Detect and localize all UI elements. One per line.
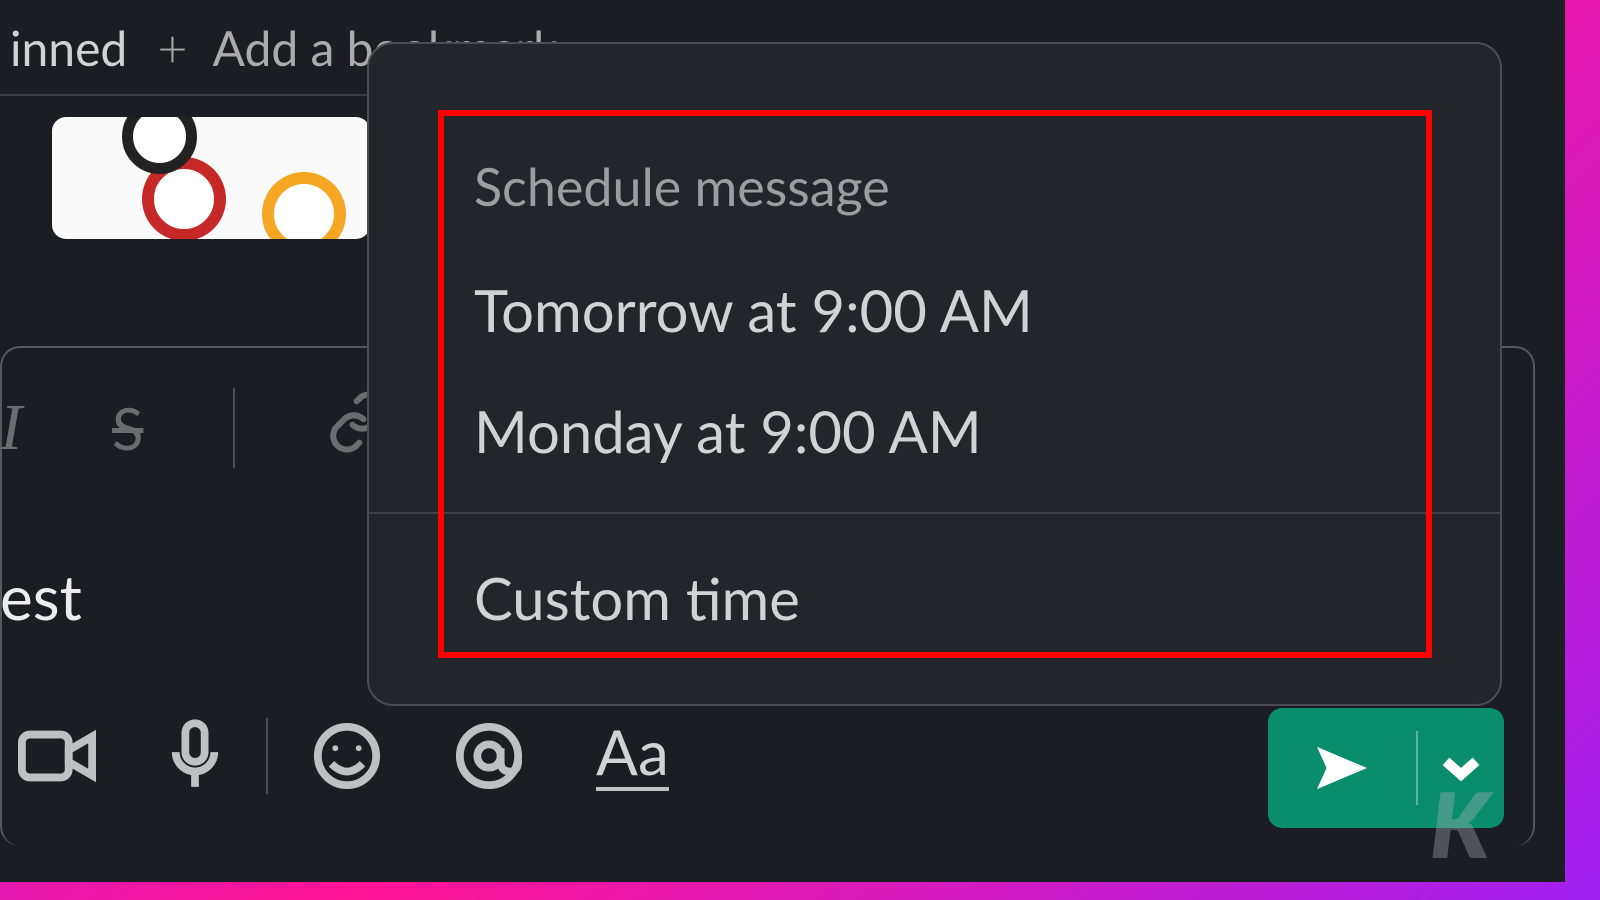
formatting-toolbar: I S bbox=[0, 388, 391, 468]
separator bbox=[233, 388, 235, 468]
composer-actions: Aa bbox=[18, 718, 669, 794]
pinned-label[interactable]: inned bbox=[10, 20, 127, 77]
schedule-option-tomorrow[interactable]: Tomorrow at 9:00 AM bbox=[474, 250, 1454, 371]
strikethrough-icon[interactable]: S bbox=[112, 394, 143, 463]
app-frame: inned + Add a bookmark I S est Aa bbox=[0, 0, 1565, 882]
video-icon[interactable] bbox=[18, 726, 96, 786]
schedule-title: Schedule message bbox=[474, 156, 1454, 218]
separator bbox=[266, 718, 268, 794]
send-button[interactable] bbox=[1268, 708, 1416, 828]
schedule-message-popup: Schedule message Tomorrow at 9:00 AM Mon… bbox=[367, 42, 1502, 706]
emoji-icon[interactable] bbox=[312, 721, 382, 791]
italic-icon[interactable]: I bbox=[0, 390, 22, 466]
watermark: K bbox=[1430, 770, 1486, 878]
schedule-option-custom[interactable]: Custom time bbox=[474, 534, 1454, 663]
popup-divider bbox=[369, 512, 1500, 514]
mention-icon[interactable] bbox=[454, 721, 524, 791]
plus-icon: + bbox=[157, 17, 187, 79]
schedule-option-monday[interactable]: Monday at 9:00 AM bbox=[474, 371, 1454, 492]
microphone-icon[interactable] bbox=[168, 719, 222, 793]
message-text-fragment[interactable]: est bbox=[0, 560, 82, 634]
message-thumbnail[interactable] bbox=[52, 117, 370, 239]
formatting-toggle-icon[interactable]: Aa bbox=[596, 721, 669, 791]
